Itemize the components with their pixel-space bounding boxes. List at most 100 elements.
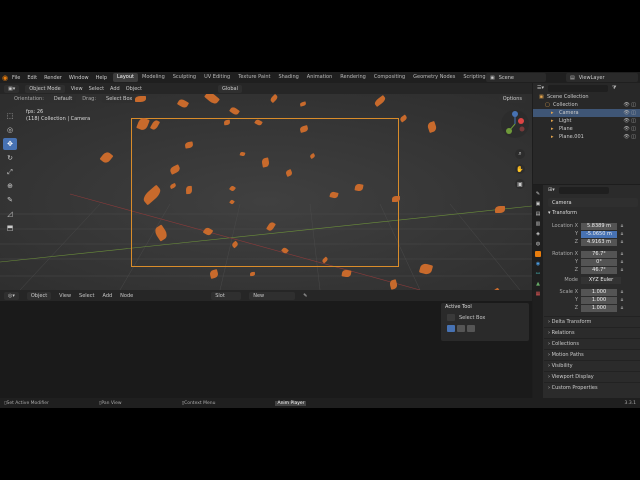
- transform-orientation-dropdown[interactable]: Global: [218, 84, 242, 93]
- view-layer-tab-icon[interactable]: ▥: [535, 221, 541, 227]
- lock-icon[interactable]: 🔒︎: [617, 231, 627, 237]
- render-tab-icon[interactable]: ▣: [535, 201, 541, 207]
- editor-type-button[interactable]: ▣▾: [4, 84, 20, 93]
- outliner-row[interactable]: ▢ Collection 👁︎ ◫: [533, 101, 640, 109]
- world-tab-icon[interactable]: ◍: [535, 241, 541, 247]
- visibility-toggle-icon[interactable]: 👁︎ ◫: [623, 101, 636, 109]
- tab-sculpting[interactable]: Sculpting: [169, 73, 200, 82]
- outliner-row[interactable]: ▸ Plane.001 👁︎ ◫: [533, 133, 640, 141]
- menu-render[interactable]: Render: [44, 75, 62, 81]
- lock-icon[interactable]: 🔒︎: [617, 251, 627, 257]
- viewport-menu-select[interactable]: Select: [89, 86, 104, 92]
- object-tab-icon[interactable]: [535, 251, 541, 257]
- options-button[interactable]: Options: [498, 95, 526, 103]
- transform-tool-icon[interactable]: ⊕: [3, 180, 17, 192]
- panel-motion-paths[interactable]: › Motion Paths: [544, 349, 640, 360]
- tab-compositing[interactable]: Compositing: [370, 73, 409, 82]
- slot-dropdown[interactable]: Slot: [211, 291, 242, 300]
- lock-icon[interactable]: 🔒︎: [617, 305, 627, 311]
- rotation-y-field[interactable]: 0°: [581, 258, 617, 266]
- location-x-field[interactable]: 5.8389 m: [581, 222, 617, 230]
- camera-view-icon[interactable]: ▣: [515, 179, 525, 189]
- pin-icon[interactable]: ✎: [303, 293, 307, 299]
- scale-x-field[interactable]: 1.000: [581, 288, 617, 296]
- menu-edit[interactable]: Edit: [27, 75, 37, 81]
- tab-texture-paint[interactable]: Texture Paint: [234, 73, 274, 82]
- node-menu-select[interactable]: Select: [79, 293, 94, 299]
- navigation-gizmo-icon[interactable]: [500, 109, 530, 139]
- filter-icon[interactable]: ⧩: [612, 85, 616, 91]
- scale-tool-icon[interactable]: ⤢: [3, 166, 17, 178]
- blender-logo-icon[interactable]: ◉: [0, 72, 10, 83]
- rotation-x-field[interactable]: 76.7°: [581, 250, 617, 258]
- tab-animation[interactable]: Animation: [303, 73, 337, 82]
- tab-uv-editing[interactable]: UV Editing: [200, 73, 234, 82]
- select-tool-icon[interactable]: ⬚: [3, 110, 17, 122]
- lock-icon[interactable]: 🔒︎: [617, 297, 627, 303]
- outliner-row[interactable]: ▸ Camera 👁︎ ◫: [533, 109, 640, 117]
- visibility-toggle-icon[interactable]: 👁︎ ◫: [623, 125, 636, 133]
- scale-z-field[interactable]: 1.000: [581, 304, 617, 312]
- lock-icon[interactable]: 🔒︎: [617, 259, 627, 265]
- outliner-row[interactable]: ▣ Scene Collection: [533, 93, 640, 101]
- tab-rendering[interactable]: Rendering: [336, 73, 370, 82]
- visibility-toggle-icon[interactable]: 👁︎ ◫: [623, 109, 636, 117]
- visibility-toggle-icon[interactable]: 👁︎ ◫: [623, 133, 636, 141]
- lock-icon[interactable]: 🔒︎: [617, 239, 627, 245]
- status-item-4[interactable]: Anim Player: [275, 400, 307, 406]
- scene-tab-icon[interactable]: ◈: [535, 231, 541, 237]
- panel-collections[interactable]: › Collections: [544, 338, 640, 349]
- viewport-menu-object[interactable]: Object: [126, 86, 142, 92]
- add-cube-tool-icon[interactable]: ⬒: [3, 222, 17, 234]
- panel-viewport-display[interactable]: › Viewport Display: [544, 371, 640, 382]
- props-type-icon[interactable]: ⊞▾: [548, 187, 555, 193]
- mode-extend-icon[interactable]: [457, 324, 465, 332]
- node-editor-type-button[interactable]: ◎▾: [4, 291, 19, 300]
- texture-tab-icon[interactable]: ▦: [535, 291, 541, 297]
- orientation-dropdown[interactable]: Default: [49, 95, 77, 103]
- measure-tool-icon[interactable]: ◿: [3, 208, 17, 220]
- view-layer-selector[interactable]: ▤ ViewLayer: [566, 73, 638, 82]
- pan-hand-icon[interactable]: ✋: [515, 164, 525, 174]
- object-name-field[interactable]: Camera: [548, 198, 638, 207]
- 3d-viewport[interactable]: Orientation: Default Drag: Select Box Op…: [0, 94, 532, 290]
- tab-geometry-nodes[interactable]: Geometry Nodes: [409, 73, 459, 82]
- mode-set-icon[interactable]: [447, 324, 455, 332]
- viewport-menu-add[interactable]: Add: [110, 86, 120, 92]
- physics-tab-icon[interactable]: ◉: [535, 261, 541, 267]
- new-material-button[interactable]: New: [249, 291, 296, 300]
- rotation-mode-dropdown[interactable]: XYZ Euler: [581, 276, 621, 284]
- tool-tab-icon[interactable]: ✎: [535, 191, 541, 197]
- panel-visibility[interactable]: › Visibility: [544, 360, 640, 371]
- visibility-toggle-icon[interactable]: 👁︎ ◫: [623, 117, 636, 125]
- menu-file[interactable]: File: [12, 75, 20, 81]
- node-menu-view[interactable]: View: [59, 293, 71, 299]
- object-mode-dropdown[interactable]: Object Mode: [25, 84, 65, 93]
- outliner-row[interactable]: ▸ Light 👁︎ ◫: [533, 117, 640, 125]
- drag-dropdown[interactable]: Select Box: [102, 95, 137, 103]
- lock-icon[interactable]: 🔒︎: [617, 223, 627, 229]
- rotate-tool-icon[interactable]: ↻: [3, 152, 17, 164]
- lock-icon[interactable]: 🔒︎: [617, 289, 627, 295]
- node-editor-object-dropdown[interactable]: Object: [26, 291, 52, 300]
- output-tab-icon[interactable]: ▤: [535, 211, 541, 217]
- tab-shading[interactable]: Shading: [274, 73, 302, 82]
- move-tool-icon[interactable]: ✥: [3, 138, 17, 150]
- outliner-search-input[interactable]: [548, 84, 608, 92]
- location-y-field[interactable]: -5.0650 m: [581, 230, 617, 238]
- data-tab-icon[interactable]: ▲: [535, 281, 541, 287]
- panel-relations[interactable]: › Relations: [544, 327, 640, 338]
- cursor-tool-icon[interactable]: ◎: [3, 124, 17, 136]
- scene-selector[interactable]: ▣ Scene: [486, 73, 546, 82]
- menu-window[interactable]: Window: [69, 75, 89, 81]
- zoom-icon[interactable]: ⌕: [515, 149, 525, 159]
- location-z-field[interactable]: 4.9163 m: [581, 238, 617, 246]
- transform-panel-header[interactable]: ▾ Transform: [544, 209, 640, 218]
- constraints-tab-icon[interactable]: ⚯: [535, 271, 541, 277]
- tab-modeling[interactable]: Modeling: [138, 73, 169, 82]
- outliner-row[interactable]: ▸ Plane 👁︎ ◫: [533, 125, 640, 133]
- viewport-menu-view[interactable]: View: [71, 86, 83, 92]
- lock-icon[interactable]: 🔒︎: [617, 267, 627, 273]
- outliner-type-icon[interactable]: ☰▾: [537, 85, 544, 91]
- panel-custom-properties[interactable]: › Custom Properties: [544, 382, 640, 393]
